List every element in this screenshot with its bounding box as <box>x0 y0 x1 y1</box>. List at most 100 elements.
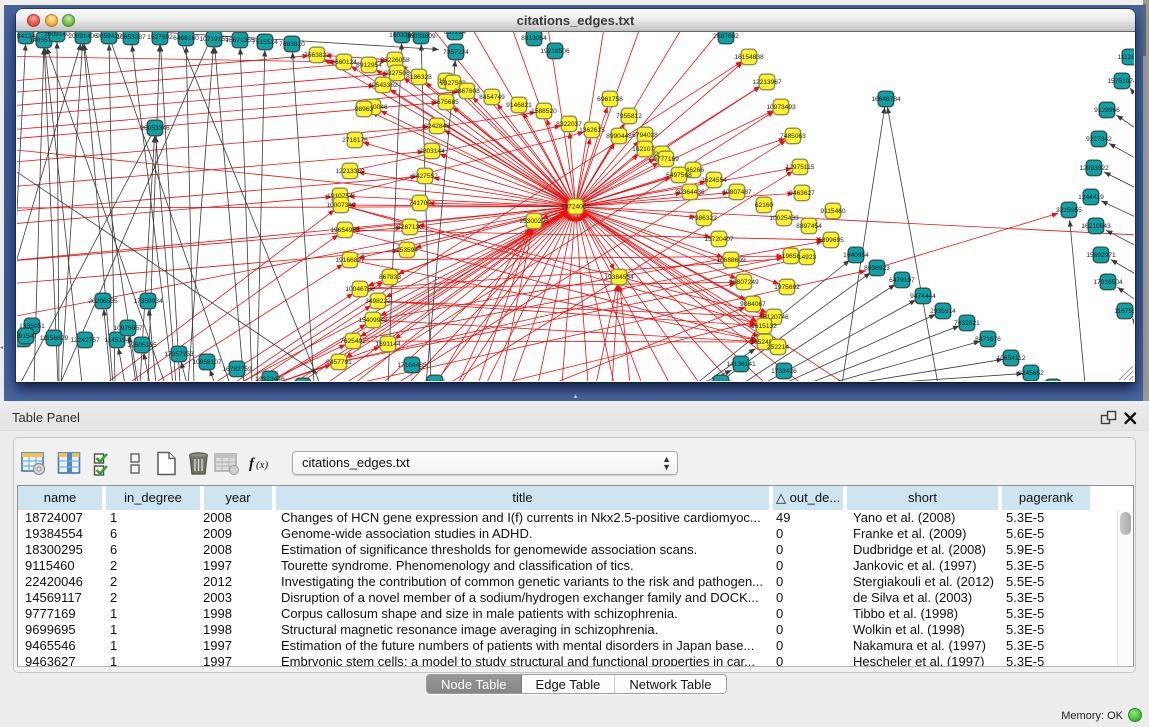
svg-text:9115460: 9115460 <box>820 208 846 215</box>
svg-text:3624554: 3624554 <box>701 177 727 184</box>
svg-text:904392: 904392 <box>424 380 446 381</box>
svg-text:6794028: 6794028 <box>632 132 658 139</box>
svg-text:9457791: 9457791 <box>326 359 352 366</box>
svg-text:10958107: 10958107 <box>192 359 222 366</box>
svg-text:18807249: 18807249 <box>729 279 759 286</box>
svg-text:15692971: 15692971 <box>1086 252 1116 259</box>
svg-text:16154838: 16154838 <box>734 54 764 61</box>
svg-text:6479197: 6479197 <box>889 277 915 284</box>
svg-text:2718176: 2718176 <box>342 137 368 144</box>
svg-text:9146821: 9146821 <box>506 102 532 109</box>
svg-text:10975857: 10975857 <box>113 325 143 332</box>
svg-text:6899695: 6899695 <box>818 237 844 244</box>
svg-text:20053346: 20053346 <box>140 125 170 132</box>
svg-text:1145194: 1145194 <box>104 337 130 344</box>
svg-text:20364436: 20364436 <box>675 189 705 196</box>
svg-text:12213389: 12213389 <box>335 168 365 175</box>
svg-text:391547: 391547 <box>17 333 37 340</box>
svg-text:940362: 940362 <box>710 380 732 381</box>
svg-text:10973493: 10973493 <box>766 104 796 111</box>
svg-text:6466160: 6466160 <box>173 35 199 42</box>
svg-text:7515524: 7515524 <box>252 39 278 46</box>
svg-text:10654112: 10654112 <box>997 355 1026 362</box>
svg-text:153594: 153594 <box>396 247 418 254</box>
svg-text:8267130: 8267130 <box>397 224 423 231</box>
svg-text:8660124: 8660124 <box>331 59 357 66</box>
svg-text:8990448: 8990448 <box>606 133 632 140</box>
svg-text:f: f <box>249 456 256 472</box>
svg-text:2803144: 2803144 <box>419 148 445 155</box>
svg-text:7663810: 7663810 <box>279 41 305 48</box>
svg-text:23226058: 23226058 <box>380 57 410 64</box>
svg-text:252214: 252214 <box>767 344 789 351</box>
svg-text:8897454: 8897454 <box>796 223 822 230</box>
svg-text:(x): (x) <box>256 459 269 471</box>
svg-text:98963: 98963 <box>355 106 374 113</box>
svg-text:12093822: 12093822 <box>1079 165 1109 172</box>
svg-text:19166827: 19166827 <box>335 257 365 264</box>
svg-text:16648784: 16648784 <box>871 96 901 103</box>
svg-text:16033809: 16033809 <box>406 33 436 40</box>
svg-text:7632621: 7632621 <box>954 320 980 327</box>
svg-text:8471676: 8471676 <box>975 336 1001 343</box>
svg-text:10046786: 10046786 <box>345 286 375 293</box>
svg-text:741700: 741700 <box>409 200 431 207</box>
svg-text:15751074: 15751074 <box>1107 78 1134 85</box>
svg-text:9242848: 9242848 <box>424 123 450 130</box>
svg-text:16210643: 16210643 <box>1081 223 1111 230</box>
svg-text:10543362: 10543362 <box>368 82 398 89</box>
svg-text:7663822: 7663822 <box>304 52 330 59</box>
svg-text:14136141: 14136141 <box>726 361 756 368</box>
svg-text:1588520: 1588520 <box>531 108 557 115</box>
svg-text:15409948: 15409948 <box>358 317 388 324</box>
svg-text:7386322: 7386322 <box>691 215 717 222</box>
svg-text:8186328: 8186328 <box>406 74 432 81</box>
svg-text:12505135: 12505135 <box>127 342 157 349</box>
svg-text:7357224: 7357224 <box>443 49 469 56</box>
svg-text:17957253: 17957253 <box>164 351 194 358</box>
svg-text:9463627: 9463627 <box>789 190 815 197</box>
svg-text:10688609: 10688609 <box>716 257 746 264</box>
svg-text:10653287: 10653287 <box>116 34 146 41</box>
svg-text:1112842: 1112842 <box>1118 54 1134 61</box>
svg-text:16671355: 16671355 <box>225 37 255 44</box>
svg-text:857224: 857224 <box>444 32 466 36</box>
svg-text:15720407: 15720407 <box>704 236 734 243</box>
svg-text:9084067: 9084067 <box>740 301 766 308</box>
svg-text:8454749: 8454749 <box>479 94 505 101</box>
svg-text:9245652: 9245652 <box>1018 370 1044 377</box>
svg-text:9474444: 9474444 <box>910 293 936 300</box>
svg-text:18724007: 18724007 <box>561 204 591 211</box>
svg-text:20206535: 20206535 <box>88 298 118 305</box>
svg-text:6497568: 6497568 <box>666 172 692 179</box>
svg-text:12213967: 12213967 <box>752 79 782 86</box>
svg-text:25300295: 25300295 <box>519 218 549 225</box>
svg-text:10025433: 10025433 <box>769 215 799 222</box>
svg-text:8813054: 8813054 <box>521 35 547 42</box>
svg-text:6961758: 6961758 <box>597 96 623 103</box>
svg-text:1691144: 1691144 <box>375 341 401 348</box>
svg-text:9227342: 9227342 <box>1086 136 1112 143</box>
svg-text:7485063: 7485063 <box>780 133 806 140</box>
svg-text:11156829: 11156829 <box>40 335 69 342</box>
svg-text:10807487: 10807487 <box>722 189 752 196</box>
svg-text:867833: 867833 <box>379 274 401 281</box>
svg-text:2867608: 2867608 <box>454 88 480 95</box>
svg-text:62160: 62160 <box>755 202 774 209</box>
svg-text:17164485: 17164485 <box>397 362 427 369</box>
svg-text:9777169: 9777169 <box>653 156 679 163</box>
svg-text:17016504: 17016504 <box>1093 279 1123 286</box>
svg-text:3215955: 3215955 <box>1056 207 1082 214</box>
svg-text:16782759: 16782759 <box>222 366 252 373</box>
svg-text:7955812: 7955812 <box>616 113 642 120</box>
svg-text:2935514: 2935514 <box>930 308 956 315</box>
svg-text:2009140: 2009140 <box>44 32 70 38</box>
svg-text:8912954: 8912954 <box>356 62 382 69</box>
svg-text:1640954: 1640954 <box>843 252 869 259</box>
svg-text:116753: 116753 <box>1114 308 1134 315</box>
svg-text:19654983: 19654983 <box>330 227 360 234</box>
svg-text:3675685: 3675685 <box>433 99 459 106</box>
svg-text:8938923: 8938923 <box>864 265 890 272</box>
svg-text:1975692: 1975692 <box>774 284 800 291</box>
svg-text:7625402: 7625402 <box>340 338 366 345</box>
